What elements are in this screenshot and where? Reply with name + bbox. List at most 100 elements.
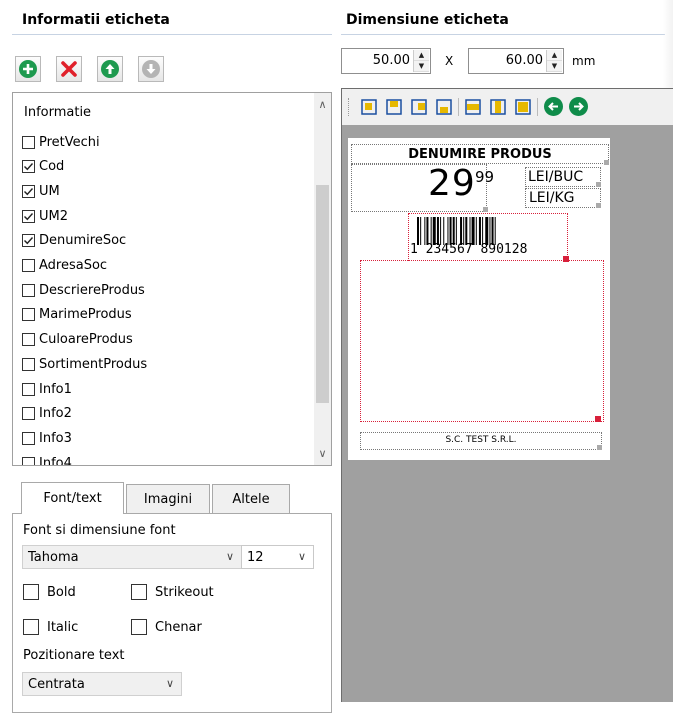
checkbox-checked[interactable] <box>22 209 35 223</box>
checkbox[interactable] <box>22 357 35 371</box>
label-info-title: Informatii eticheta <box>22 12 170 28</box>
strikeout-checkbox[interactable]: Strikeout <box>131 584 214 600</box>
list-item[interactable]: SortimentProdus <box>22 354 147 374</box>
product-name-field[interactable]: DENUMIRE PRODUS <box>351 144 609 164</box>
checkbox[interactable] <box>22 456 35 465</box>
list-item[interactable]: UM2 <box>22 206 68 226</box>
align-toolbar <box>342 89 673 125</box>
barcode-bar <box>432 217 436 245</box>
arrow-right-icon[interactable] <box>569 97 588 116</box>
list-item[interactable]: Info4 <box>22 453 72 465</box>
arrow-down-icon <box>142 60 160 78</box>
resize-handle[interactable] <box>596 182 601 187</box>
spin-up-icon[interactable]: ▲ <box>547 50 562 61</box>
scroll-thumb[interactable] <box>316 185 329 403</box>
list-item-label: Info2 <box>39 406 72 422</box>
center-vertical-icon[interactable] <box>489 98 507 116</box>
tab-imagini[interactable]: Imagini <box>126 484 210 513</box>
list-item-label: Info3 <box>39 430 72 446</box>
arrow-up-icon <box>101 60 119 78</box>
checkbox[interactable] <box>131 584 147 600</box>
delete-x-icon <box>61 61 77 77</box>
resize-handle[interactable] <box>595 416 601 422</box>
align-right-icon[interactable] <box>410 98 428 116</box>
tab-font-text[interactable]: Font/text <box>21 482 124 514</box>
align-top-icon[interactable] <box>385 98 403 116</box>
list-item[interactable]: Info1 <box>22 379 72 399</box>
info-listbox[interactable]: Informatie PretVechi Cod UM UM2 DenumireSoc A… <box>12 92 332 466</box>
width-spinner[interactable]: 50.00 ▲ ▼ <box>341 48 431 74</box>
checkbox[interactable] <box>22 431 35 445</box>
checkbox-checked[interactable] <box>22 184 35 198</box>
spin-down-icon[interactable]: ▼ <box>414 61 429 72</box>
barcode-bar <box>436 217 439 245</box>
chenar-checkbox[interactable]: Chenar <box>131 619 202 635</box>
arrow-left-icon[interactable] <box>544 97 563 116</box>
scroll-up-icon[interactable]: ∧ <box>314 96 331 113</box>
checkbox[interactable] <box>23 584 39 600</box>
image-field[interactable] <box>360 260 604 422</box>
align-left-icon[interactable] <box>360 98 378 116</box>
spin-up-icon[interactable]: ▲ <box>414 50 429 61</box>
barcode-bar <box>455 217 457 245</box>
barcode-bar <box>430 217 432 245</box>
company-field[interactable]: S.C. TEST S.R.L. <box>360 432 602 450</box>
checkbox[interactable] <box>23 619 39 635</box>
text-position-select[interactable]: Centrata ∨ <box>22 672 182 696</box>
barcode-bar <box>443 217 445 245</box>
checkbox-checked[interactable] <box>22 234 35 248</box>
height-spinner[interactable]: 60.00 ▲ ▼ <box>468 48 564 74</box>
list-item-label: UM2 <box>39 208 69 224</box>
checkbox[interactable] <box>22 259 35 272</box>
list-item[interactable]: Cod <box>22 157 64 177</box>
position-label: Pozitionare text <box>23 648 125 663</box>
list-item[interactable]: DenumireSoc <box>22 231 126 251</box>
checkbox[interactable] <box>22 283 35 297</box>
spin-down-icon[interactable]: ▼ <box>547 61 562 72</box>
move-down-button[interactable] <box>138 56 164 82</box>
unit2-field[interactable]: LEI/KG <box>525 188 601 208</box>
resize-handle[interactable] <box>597 445 602 450</box>
list-item-label: Info1 <box>39 381 72 397</box>
price-field[interactable]: 29 99 <box>351 163 494 212</box>
center-both-icon[interactable] <box>514 98 532 116</box>
chevron-down-icon: ∨ <box>225 550 234 563</box>
list-item[interactable]: UM <box>22 181 60 201</box>
checkbox-checked[interactable] <box>22 160 35 174</box>
list-item[interactable]: PretVechi <box>22 132 100 152</box>
checkbox[interactable] <box>22 333 35 347</box>
chevron-down-icon: ∨ <box>165 677 174 690</box>
resize-handle[interactable] <box>483 207 488 212</box>
delete-button[interactable] <box>56 56 82 82</box>
checkbox[interactable] <box>22 382 35 396</box>
align-bottom-icon[interactable] <box>435 98 453 116</box>
checkbox[interactable] <box>22 308 35 322</box>
italic-checkbox[interactable]: Italic <box>23 619 78 635</box>
scroll-down-icon[interactable]: ∨ <box>314 445 331 462</box>
font-text-panel: Font si dimensiune font Tahoma ∨ 12 ∨ Bo… <box>12 513 332 713</box>
bold-checkbox[interactable]: Bold <box>23 584 76 600</box>
add-button[interactable] <box>15 56 41 82</box>
list-item[interactable]: Info2 <box>22 404 72 424</box>
list-item[interactable]: CuloareProdus <box>22 330 133 350</box>
label-size-title: Dimensiune eticheta <box>346 12 509 28</box>
font-family-select[interactable]: Tahoma ∨ <box>22 545 242 569</box>
list-item[interactable]: DescriereProdus <box>22 280 145 300</box>
toolbar-separator <box>458 98 459 116</box>
list-item[interactable]: AdresaSoc <box>22 256 107 276</box>
move-up-button[interactable] <box>97 56 123 82</box>
font-size-select[interactable]: 12 ∨ <box>241 545 314 569</box>
barcode-field[interactable]: 1 234567 890128 <box>408 213 568 261</box>
list-scrollbar[interactable]: ∧ ∨ <box>314 93 331 465</box>
resize-handle[interactable] <box>604 160 609 165</box>
center-horizontal-icon[interactable] <box>464 98 482 116</box>
unit-field[interactable]: LEI/BUC <box>525 167 601 187</box>
list-item[interactable]: MarimeProdus <box>22 305 132 325</box>
resize-handle[interactable] <box>596 203 601 208</box>
checkbox[interactable] <box>131 619 147 635</box>
list-item[interactable]: Info3 <box>22 428 72 448</box>
tab-altele[interactable]: Altele <box>212 484 290 513</box>
barcode-bar <box>478 217 481 245</box>
checkbox[interactable] <box>22 135 35 149</box>
checkbox[interactable] <box>22 407 35 421</box>
